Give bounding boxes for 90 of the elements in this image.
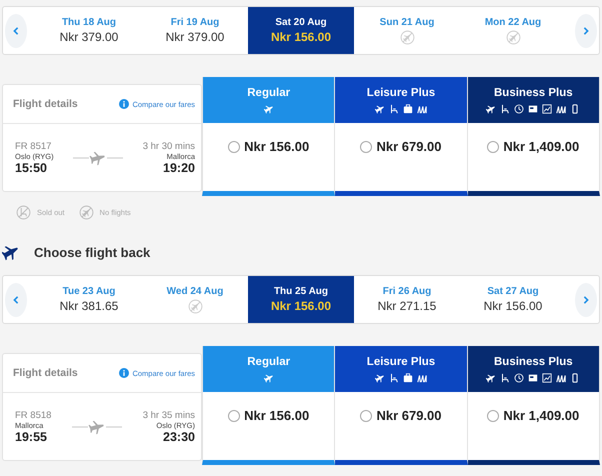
next-button[interactable] <box>575 14 597 48</box>
chart-icon <box>542 104 552 114</box>
radio-button[interactable] <box>228 410 240 422</box>
radio-button[interactable] <box>228 141 240 153</box>
suitcase-icon <box>402 372 413 382</box>
card-icon <box>528 104 538 114</box>
date-price: Nkr 379.00 <box>166 30 224 44</box>
departure-time: 19:55 <box>15 430 48 444</box>
fare-price: Nkr 156.00 <box>244 139 310 154</box>
chart-icon <box>542 372 552 382</box>
clock-icon <box>514 104 524 114</box>
radio-button[interactable] <box>487 410 500 422</box>
date-label: Fri 26 Aug <box>382 286 432 297</box>
date-label: Sat 20 Aug <box>275 17 327 28</box>
date-tab[interactable]: Sat 27 Aug Nkr 156.00 <box>460 276 566 323</box>
fare-name: Regular <box>247 356 290 368</box>
flight-duration: 3 hr 30 mins <box>142 140 195 152</box>
fare-price: Nkr 679.00 <box>376 408 442 423</box>
date-tab[interactable]: Thu 18 Aug Nkr 379.00 <box>36 7 142 54</box>
date-price: Nkr 156.00 <box>270 299 332 313</box>
clock-icon <box>514 372 524 382</box>
arrival-time: 19:20 <box>163 160 195 174</box>
arrival-time: 23:30 <box>163 430 195 444</box>
fare-name: Business Plus <box>494 356 573 368</box>
date-tab[interactable]: Fri 26 Aug Nkr 271.15 <box>354 276 460 323</box>
seat-icon <box>388 104 399 114</box>
suitcase-icon <box>402 104 413 114</box>
date-label: Thu 18 Aug <box>62 17 116 28</box>
date-price: Nkr 271.15 <box>378 299 436 313</box>
seat-icon <box>388 372 399 382</box>
fare-price: Nkr 156.00 <box>244 408 310 423</box>
route-plane-icon <box>73 150 124 166</box>
plane-icon <box>486 372 496 382</box>
radio-button[interactable] <box>360 141 372 153</box>
panel-title: Flight details <box>13 98 78 110</box>
chevron-right-icon <box>582 26 590 36</box>
date-label: Tue 23 Aug <box>62 286 116 297</box>
phone-icon <box>570 104 580 114</box>
date-tab[interactable]: Sat 20 Aug Nkr 156.00 <box>248 7 354 54</box>
date-tab[interactable]: Tue 23 Aug Nkr 381.65 <box>36 276 142 323</box>
previous-button[interactable] <box>5 14 27 48</box>
date-price: Nkr 379.00 <box>60 30 118 44</box>
plane-icon <box>264 104 274 114</box>
fare-name: Regular <box>247 86 290 98</box>
plane-icon <box>264 372 274 382</box>
route-plane-icon <box>72 418 122 434</box>
section-heading: Choose flight back <box>34 244 150 260</box>
flight-number: FR 8518 <box>15 410 52 420</box>
date-label: Mon 22 Aug <box>484 16 542 28</box>
radio-button[interactable] <box>360 410 372 422</box>
chevron-left-icon <box>12 26 20 36</box>
date-price: Nkr 156.00 <box>484 299 542 313</box>
date-label: Sun 21 Aug <box>380 16 434 28</box>
fare-name: Business Plus <box>494 86 573 98</box>
date-label: Sat 27 Aug <box>487 286 539 297</box>
fare-price: Nkr 1,409.00 <box>503 408 580 423</box>
seat-icon <box>500 372 510 382</box>
fare-price: Nkr 679.00 <box>376 139 442 154</box>
date-tab[interactable]: Thu 25 Aug Nkr 156.00 <box>248 276 354 323</box>
date-label: Thu 25 Aug <box>274 286 328 297</box>
fare-name: Leisure Plus <box>366 356 436 368</box>
no-flights-icon <box>188 298 202 314</box>
plane-icon <box>374 372 385 382</box>
phone-icon <box>570 372 580 382</box>
no-flights-icon <box>78 204 94 220</box>
panel-title: Flight details <box>13 367 78 379</box>
flight-number: FR 8517 <box>15 140 52 152</box>
radio-button[interactable] <box>487 141 500 153</box>
plane-icon <box>486 104 496 114</box>
no-flights-icon <box>506 30 520 44</box>
chevron-left-icon <box>12 294 20 304</box>
previous-button[interactable] <box>5 282 27 316</box>
plane-icon <box>374 104 385 114</box>
date-label: Wed 24 Aug <box>166 286 224 296</box>
seat-icon <box>500 104 510 114</box>
departure-time: 15:50 <box>15 160 48 174</box>
card-icon <box>528 372 538 382</box>
fare-name: Leisure Plus <box>366 86 436 98</box>
fare-price: Nkr 1,409.00 <box>503 139 580 154</box>
date-tab[interactable]: Fri 19 Aug Nkr 379.00 <box>142 7 248 54</box>
date-price: Nkr 381.65 <box>60 299 118 313</box>
info-icon <box>119 99 130 109</box>
next-button[interactable] <box>575 282 597 316</box>
info-icon <box>119 368 130 378</box>
date-label: Fri 19 Aug <box>170 17 220 28</box>
no-flights-icon <box>400 30 414 44</box>
chevron-right-icon <box>582 294 590 304</box>
flight-duration: 3 hr 35 mins <box>142 410 195 420</box>
date-price: Nkr 156.00 <box>270 30 332 44</box>
sold-out-icon <box>16 204 31 220</box>
